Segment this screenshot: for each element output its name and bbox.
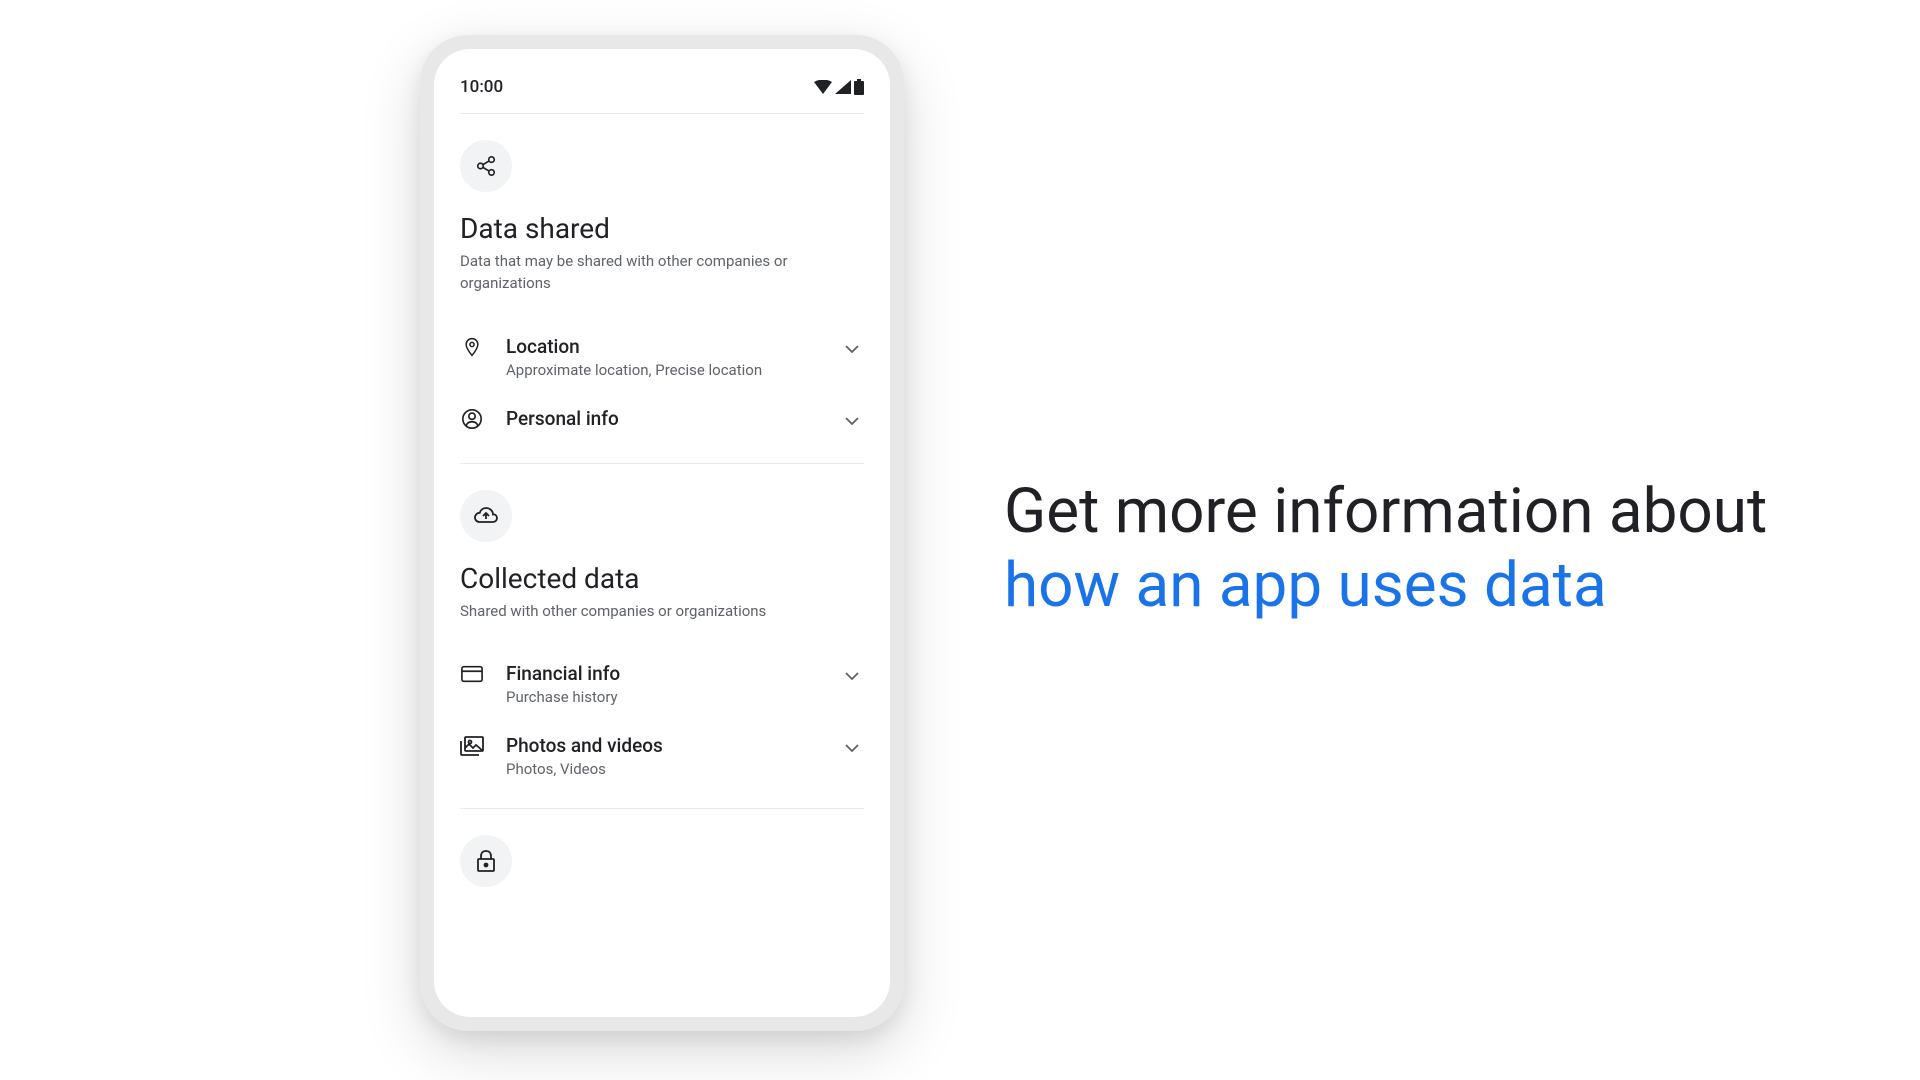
data-item-location[interactable]: Location Approximate location, Precise l… <box>460 321 864 393</box>
section-subtitle-data-shared: Data that may be shared with other compa… <box>460 251 864 295</box>
item-title-personal-info: Personal info <box>506 407 840 430</box>
item-subtitle-photos: Photos, Videos <box>506 760 840 778</box>
collected-data-section: Collected data Shared with other compani… <box>460 490 864 793</box>
person-icon <box>460 407 484 431</box>
wifi-icon <box>814 80 832 94</box>
cloud-upload-icon <box>460 490 512 542</box>
headline-line1: Get more information about <box>1004 475 1767 549</box>
section-title-data-shared: Data shared <box>460 212 864 245</box>
security-section <box>460 835 864 917</box>
data-shared-section: Data shared Data that may be shared with… <box>460 140 864 447</box>
data-item-personal-info[interactable]: Personal info <box>460 393 864 447</box>
status-icons <box>814 79 864 95</box>
chevron-down-icon <box>840 409 864 433</box>
item-title-photos: Photos and videos <box>506 734 840 757</box>
item-title-location: Location <box>506 335 840 358</box>
credit-card-icon <box>460 662 484 686</box>
headline-line2: how an app uses data <box>1004 549 1767 623</box>
signal-icon <box>835 80 851 94</box>
chevron-down-icon <box>840 736 864 760</box>
headline-container: Get more information about how an app us… <box>1004 475 1767 624</box>
lock-icon <box>460 835 512 887</box>
phone-screen: 10:00 <box>434 49 890 1017</box>
item-subtitle-financial: Purchase history <box>506 688 840 706</box>
phone-mockup-frame: 10:00 <box>420 35 904 1031</box>
battery-icon <box>854 79 864 95</box>
section-title-collected-data: Collected data <box>460 562 864 595</box>
data-item-financial-info[interactable]: Financial info Purchase history <box>460 648 864 720</box>
share-icon <box>460 140 512 192</box>
item-subtitle-location: Approximate location, Precise location <box>506 361 840 379</box>
location-icon <box>460 335 484 359</box>
chevron-down-icon <box>840 664 864 688</box>
status-bar: 10:00 <box>460 77 864 114</box>
item-title-financial: Financial info <box>506 662 840 685</box>
section-subtitle-collected-data: Shared with other companies or organizat… <box>460 601 864 623</box>
divider <box>460 463 864 464</box>
divider <box>460 808 864 809</box>
photos-icon <box>460 734 484 758</box>
data-item-photos-videos[interactable]: Photos and videos Photos, Videos <box>460 720 864 792</box>
status-time: 10:00 <box>460 77 503 97</box>
chevron-down-icon <box>840 337 864 361</box>
